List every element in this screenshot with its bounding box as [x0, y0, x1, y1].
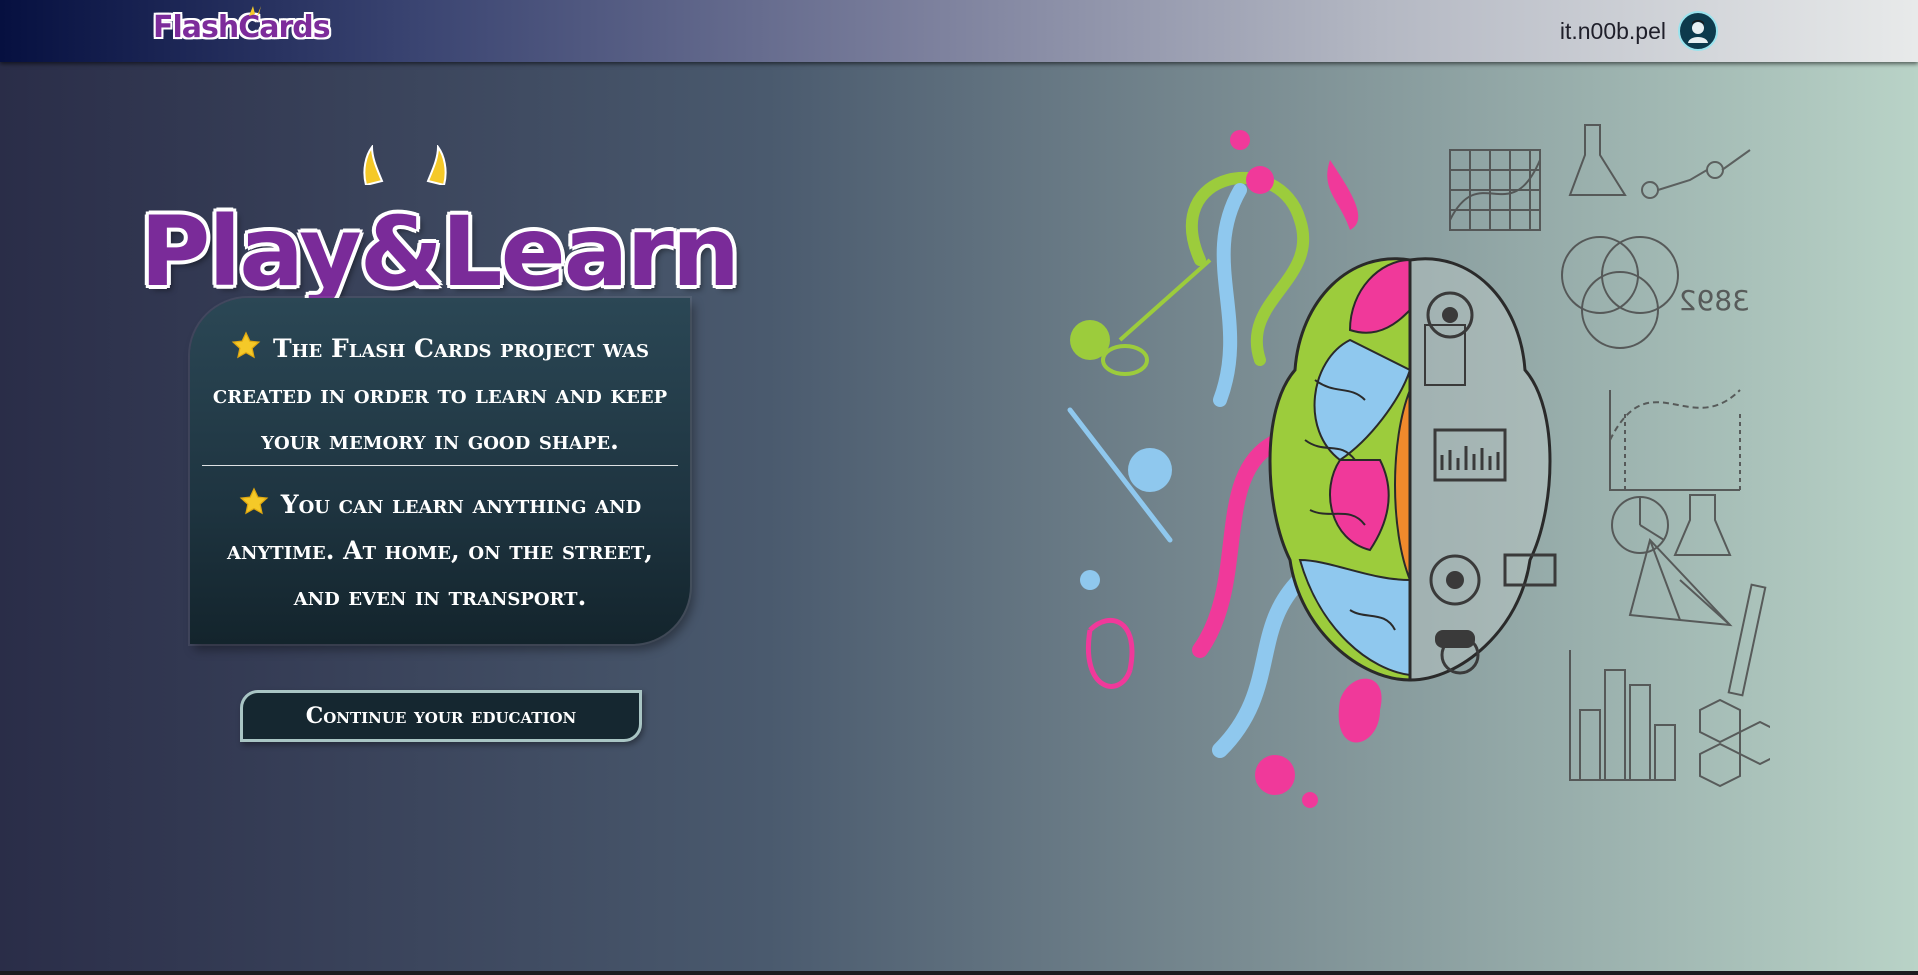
svg-text:3892: 3892 [1679, 284, 1750, 317]
star-icon [239, 487, 269, 515]
info-card: The Flash Cards project was created in o… [190, 298, 690, 644]
info-paragraph-1: The Flash Cards project was created in o… [200, 326, 680, 464]
brain-illustration: 3892 [1067, 124, 1770, 808]
top-navigation-bar: FlashCards it.n00b.pel [0, 0, 1918, 62]
bottom-scrollbar-track [0, 971, 1918, 975]
username: it.n00b.pel [1559, 17, 1666, 44]
continue-education-button[interactable]: Continue your education [240, 690, 642, 742]
info-paragraph-1-text: The Flash Cards project was created in o… [212, 334, 668, 455]
user-menu[interactable]: it.n00b.pel [1560, 11, 1718, 51]
star-icon [231, 331, 261, 359]
info-paragraph-2: You can learn anything and anytime. At h… [200, 482, 680, 620]
hero-title: Play&Learn [140, 196, 740, 309]
flashcards-logo[interactable]: FlashCards [153, 6, 331, 45]
user-portrait-icon [1688, 20, 1708, 43]
horn-icon [249, 6, 261, 16]
divider [202, 465, 678, 466]
avatar-icon[interactable] [1678, 11, 1718, 51]
logo-text: FlashCards [153, 10, 331, 45]
devil-horns-icon [363, 145, 447, 185]
info-paragraph-2-text: You can learn anything and anytime. At h… [227, 490, 653, 611]
